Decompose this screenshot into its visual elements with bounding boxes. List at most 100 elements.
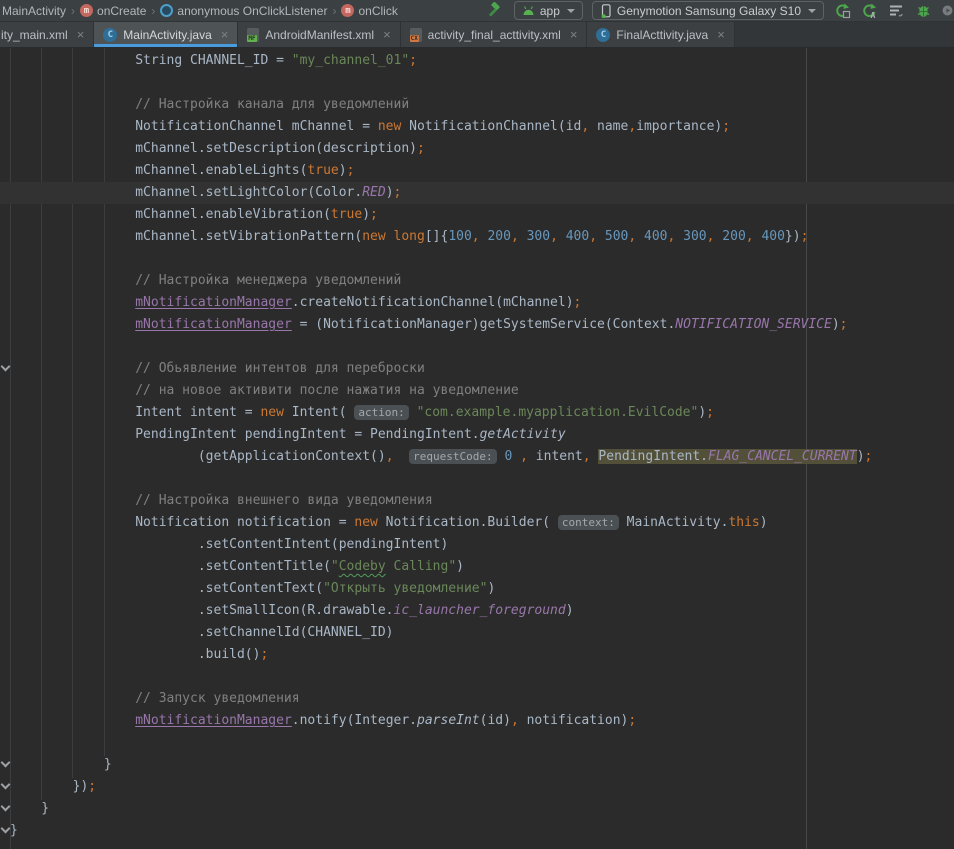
device-select[interactable]: Genymotion Samsung Galaxy S10 — [592, 1, 824, 20]
tab-androidmanifest-xml[interactable]: AndroidManifest.xml — [238, 22, 400, 47]
code-token: "com.example.myapplication.EvilCode" — [417, 405, 699, 420]
code-line[interactable]: Notification notification = new Notifica… — [0, 512, 954, 534]
close-icon[interactable] — [221, 28, 229, 41]
profiler-icon[interactable] — [887, 2, 905, 20]
apply-code-changes-icon[interactable]: A — [860, 2, 878, 20]
code-line[interactable]: String CHANNEL_ID = "my_channel_01"; — [0, 50, 954, 72]
code-editor[interactable]: String CHANNEL_ID = "my_channel_01"; // … — [0, 48, 954, 849]
code-token: PendingIntent pendingIntent = PendingInt… — [10, 427, 480, 442]
code-line[interactable]: Intent intent = new Intent( action: "com… — [0, 402, 954, 424]
run-configuration-select[interactable]: app — [514, 1, 583, 20]
code-token: importance) — [636, 119, 722, 134]
code-token: .createNotificationChannel(mChannel) — [292, 295, 574, 310]
tab-activity-final-acttivity-xml[interactable]: activity_final_acttivity.xml — [401, 22, 588, 47]
code-line[interactable]: mNotificationManager.notify(Integer.pars… — [0, 710, 954, 732]
code-line[interactable]: .setContentIntent(pendingIntent) — [0, 534, 954, 556]
code-token: new — [378, 119, 401, 134]
code-token: = (NotificationManager)getSystemService(… — [292, 317, 676, 332]
breadcrumb-label: onCreate — [97, 4, 146, 18]
breadcrumb-item-class[interactable]: MainActivity — [2, 4, 66, 18]
code-line[interactable] — [0, 732, 954, 754]
code-token: } — [10, 801, 49, 816]
code-line[interactable]: PendingIntent pendingIntent = PendingInt… — [0, 424, 954, 446]
code-token: , — [628, 229, 636, 244]
tab-activity-main-xml[interactable]: ity_main.xml — [0, 22, 94, 47]
code-line[interactable]: .setChannelId(CHANNEL_ID) — [0, 622, 954, 644]
apply-changes-restart-icon[interactable] — [833, 2, 851, 20]
tab-mainactivity-java[interactable]: MainActivity.java — [94, 22, 238, 47]
svg-text:A: A — [870, 11, 875, 19]
debug-icon[interactable] — [914, 2, 932, 20]
code-line[interactable]: mNotificationManager = (NotificationMana… — [0, 314, 954, 336]
code-area: String CHANNEL_ID = "my_channel_01"; // … — [0, 50, 954, 842]
code-line[interactable]: // Настройка канала для уведомлений — [0, 94, 954, 116]
code-token: , — [386, 449, 394, 464]
code-token: , — [581, 119, 589, 134]
code-token: .setContentText( — [10, 581, 323, 596]
code-line[interactable]: mChannel.setVibrationPattern(new long[]{… — [0, 226, 954, 248]
code-line[interactable]: .setContentTitle("Codeby Calling") — [0, 556, 954, 578]
code-line[interactable] — [0, 248, 954, 270]
code-line[interactable]: // на новое активити после нажатия на ув… — [0, 380, 954, 402]
code-line[interactable]: // Настройка внешнего вида уведомления — [0, 490, 954, 512]
android-icon — [522, 5, 535, 16]
code-token: name — [589, 119, 628, 134]
code-token: 300 — [527, 229, 550, 244]
code-token: ) — [487, 581, 495, 596]
code-line[interactable] — [0, 666, 954, 688]
method-icon — [341, 4, 354, 17]
code-line[interactable]: // Настройка менеджера уведомлений — [0, 270, 954, 292]
code-token: ; — [722, 119, 730, 134]
build-hammer-icon[interactable] — [487, 2, 505, 20]
code-line[interactable]: }); — [0, 776, 954, 798]
code-line[interactable]: } — [0, 798, 954, 820]
code-token: // Настройка внешнего вида уведомления — [10, 493, 433, 508]
code-line[interactable]: mChannel.setDescription(description); — [0, 138, 954, 160]
code-token: 400 — [644, 229, 667, 244]
code-line[interactable]: .setContentText("Открыть уведомление") — [0, 578, 954, 600]
breadcrumb-separator-icon — [332, 4, 336, 18]
tab-finalacttivity-java[interactable]: FinalActtivity.java — [587, 22, 734, 47]
code-token: (id) — [480, 713, 511, 728]
code-token: ic_launcher_foreground — [394, 603, 566, 618]
code-token: (getApplicationContext() — [10, 449, 386, 464]
breadcrumb-item-anonymous-class[interactable]: anonymous OnClickListener — [160, 4, 327, 18]
code-token: // Обьявление интентов для переброски — [10, 361, 425, 376]
close-icon[interactable] — [383, 28, 391, 41]
breadcrumb: MainActivity onCreate anonymous OnClickL… — [0, 4, 398, 18]
code-token: PendingIntent. — [598, 449, 708, 464]
code-line[interactable] — [0, 468, 954, 490]
attach-debugger-icon[interactable] — [941, 2, 954, 20]
code-line[interactable] — [0, 336, 954, 358]
code-token: , — [472, 229, 480, 244]
code-token: long — [394, 229, 425, 244]
code-token: 400 — [761, 229, 784, 244]
code-line[interactable]: .build(); — [0, 644, 954, 666]
code-token: , — [589, 229, 597, 244]
code-token: "my_channel_01" — [292, 53, 409, 68]
code-line[interactable]: (getApplicationContext(), requestCode: 0… — [0, 446, 954, 468]
code-token: 100 — [448, 229, 471, 244]
code-token: ) — [760, 515, 768, 530]
code-token: , — [511, 713, 519, 728]
code-token: ) — [362, 207, 370, 222]
close-icon[interactable] — [570, 28, 578, 41]
code-token — [394, 449, 410, 464]
code-line[interactable]: // Запуск уведомления — [0, 688, 954, 710]
code-line[interactable]: } — [0, 754, 954, 776]
close-icon[interactable] — [77, 28, 85, 41]
close-icon[interactable] — [717, 28, 725, 41]
code-line[interactable]: .setSmallIcon(R.drawable.ic_launcher_for… — [0, 600, 954, 622]
breadcrumb-item-onclick[interactable]: onClick — [341, 4, 397, 18]
code-line[interactable]: NotificationChannel mChannel = new Notif… — [0, 116, 954, 138]
code-line[interactable] — [0, 72, 954, 94]
code-line[interactable]: } — [0, 820, 954, 842]
code-line-current[interactable]: mChannel.setLightColor(Color.RED); — [0, 182, 954, 204]
code-line[interactable]: // Обьявление интентов для переброски — [0, 358, 954, 380]
code-line[interactable]: mNotificationManager.createNotificationC… — [0, 292, 954, 314]
code-line[interactable]: mChannel.enableLights(true); — [0, 160, 954, 182]
code-token: mChannel.enableVibration( — [10, 207, 331, 222]
breadcrumb-item-oncreate[interactable]: onCreate — [80, 4, 146, 18]
code-token: notification) — [519, 713, 629, 728]
code-line[interactable]: mChannel.enableVibration(true); — [0, 204, 954, 226]
